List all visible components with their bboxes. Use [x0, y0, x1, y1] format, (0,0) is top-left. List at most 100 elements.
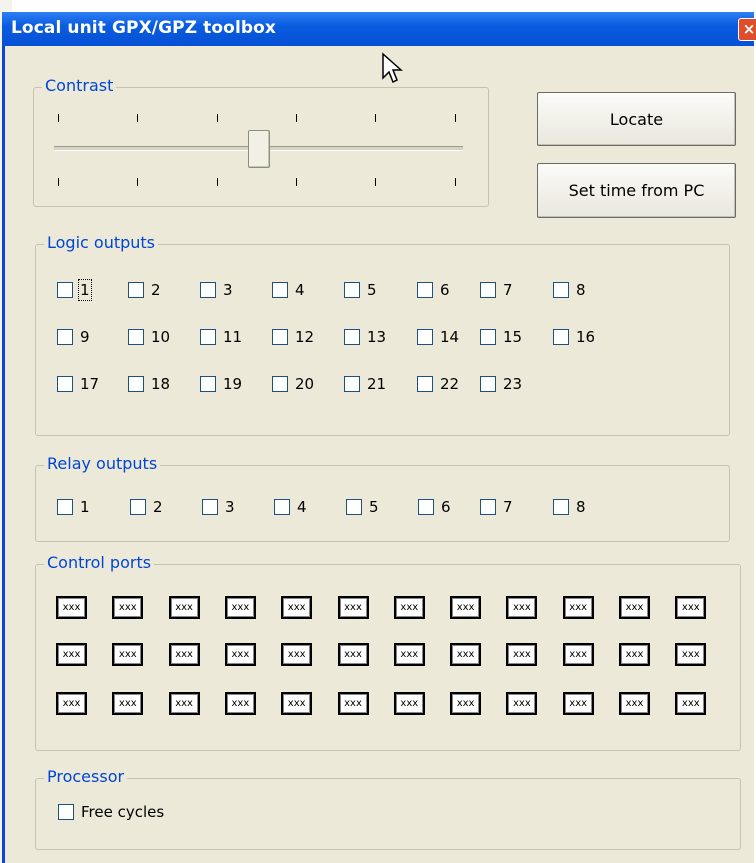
checkbox-box[interactable]	[553, 499, 569, 515]
checkbox-box[interactable]	[417, 329, 433, 345]
checkbox-box[interactable]	[200, 329, 216, 345]
output-checkbox-5[interactable]: 5	[346, 496, 379, 518]
control-port-box[interactable]: xxx	[337, 692, 369, 715]
control-port-box[interactable]: xxx	[506, 692, 538, 715]
output-checkbox-8[interactable]: 8	[553, 496, 586, 518]
checkbox-box[interactable]	[553, 282, 569, 298]
control-port-box[interactable]: xxx	[112, 643, 144, 666]
checkbox-box[interactable]	[274, 499, 290, 515]
checkbox-box[interactable]	[480, 376, 496, 392]
checkbox-box[interactable]	[272, 282, 288, 298]
output-checkbox-18[interactable]: 18	[128, 373, 170, 395]
control-port-box[interactable]: xxx	[562, 692, 594, 715]
checkbox-box[interactable]	[480, 499, 496, 515]
output-checkbox-6[interactable]: 6	[418, 496, 451, 518]
output-checkbox-6[interactable]: 6	[417, 279, 450, 301]
checkbox-box[interactable]	[417, 376, 433, 392]
control-port-box[interactable]: xxx	[506, 596, 538, 619]
checkbox-box[interactable]	[200, 282, 216, 298]
control-port-box[interactable]: xxx	[619, 643, 650, 666]
control-port-box[interactable]: xxx	[168, 596, 200, 619]
output-checkbox-3[interactable]: 3	[200, 279, 233, 301]
control-port-box[interactable]: xxx	[337, 596, 369, 619]
output-checkbox-7[interactable]: 7	[480, 279, 513, 301]
control-port-box[interactable]: xxx	[450, 692, 482, 715]
checkbox-box[interactable]	[57, 499, 73, 515]
output-checkbox-11[interactable]: 11	[200, 326, 242, 348]
control-port-box[interactable]: xxx	[675, 692, 707, 715]
checkbox-box[interactable]	[57, 376, 73, 392]
control-port-box[interactable]: xxx	[619, 692, 650, 715]
control-port-box[interactable]: xxx	[281, 596, 313, 619]
output-checkbox-2[interactable]: 2	[128, 279, 161, 301]
control-port-box[interactable]: xxx	[112, 692, 144, 715]
output-checkbox-13[interactable]: 13	[344, 326, 386, 348]
output-checkbox-17[interactable]: 17	[57, 373, 99, 395]
control-port-box[interactable]: xxx	[224, 692, 256, 715]
control-port-box[interactable]: xxx	[168, 643, 200, 666]
checkbox-box[interactable]	[418, 499, 434, 515]
output-checkbox-1[interactable]: 1	[57, 496, 90, 518]
output-checkbox-21[interactable]: 21	[344, 373, 386, 395]
output-checkbox-4[interactable]: 4	[274, 496, 307, 518]
checkbox-box[interactable]	[128, 376, 144, 392]
control-port-box[interactable]: xxx	[675, 643, 707, 666]
output-checkbox-19[interactable]: 19	[200, 373, 242, 395]
control-port-box[interactable]: xxx	[619, 596, 650, 619]
checkbox-box[interactable]	[480, 282, 496, 298]
checkbox-box[interactable]	[417, 282, 433, 298]
checkbox-box[interactable]	[128, 282, 144, 298]
control-port-box[interactable]: xxx	[337, 643, 369, 666]
output-checkbox-14[interactable]: 14	[417, 326, 459, 348]
output-checkbox-4[interactable]: 4	[272, 279, 305, 301]
contrast-slider-thumb[interactable]	[248, 130, 270, 168]
control-port-box[interactable]: xxx	[112, 596, 144, 619]
title-bar[interactable]: Local unit GPX/GPZ toolbox ×	[2, 12, 756, 46]
control-port-box[interactable]: xxx	[450, 643, 482, 666]
checkbox-box[interactable]	[202, 499, 218, 515]
close-button[interactable]: ×	[738, 18, 756, 41]
output-checkbox-9[interactable]: 9	[57, 326, 90, 348]
control-port-box[interactable]: xxx	[393, 596, 425, 619]
output-checkbox-3[interactable]: 3	[202, 496, 235, 518]
control-port-box[interactable]: xxx	[281, 692, 313, 715]
control-port-box[interactable]: xxx	[393, 692, 425, 715]
control-port-box[interactable]: xxx	[393, 643, 425, 666]
checkbox-box[interactable]	[346, 499, 362, 515]
output-checkbox-2[interactable]: 2	[130, 496, 163, 518]
checkbox-box[interactable]	[272, 329, 288, 345]
locate-button[interactable]: Locate	[537, 92, 736, 146]
checkbox-box[interactable]	[58, 804, 74, 820]
output-checkbox-1[interactable]: 1	[57, 279, 92, 301]
checkbox-box[interactable]	[57, 282, 73, 298]
checkbox-box[interactable]	[480, 329, 496, 345]
free-cycles-checkbox[interactable]: Free cycles	[58, 801, 164, 823]
output-checkbox-15[interactable]: 15	[480, 326, 522, 348]
control-port-box[interactable]: xxx	[56, 596, 87, 619]
checkbox-box[interactable]	[272, 376, 288, 392]
checkbox-box[interactable]	[57, 329, 73, 345]
control-port-box[interactable]: xxx	[506, 643, 538, 666]
output-checkbox-5[interactable]: 5	[344, 279, 377, 301]
checkbox-box[interactable]	[130, 499, 146, 515]
control-port-box[interactable]: xxx	[224, 643, 256, 666]
control-port-box[interactable]: xxx	[675, 596, 707, 619]
checkbox-box[interactable]	[344, 329, 360, 345]
control-port-box[interactable]: xxx	[168, 692, 200, 715]
set-time-from-pc-button[interactable]: Set time from PC	[537, 163, 736, 218]
output-checkbox-8[interactable]: 8	[553, 279, 586, 301]
output-checkbox-22[interactable]: 22	[417, 373, 459, 395]
output-checkbox-16[interactable]: 16	[553, 326, 595, 348]
control-port-box[interactable]: xxx	[562, 596, 594, 619]
output-checkbox-10[interactable]: 10	[128, 326, 170, 348]
control-port-box[interactable]: xxx	[56, 692, 87, 715]
output-checkbox-23[interactable]: 23	[480, 373, 522, 395]
control-port-box[interactable]: xxx	[562, 643, 594, 666]
checkbox-box[interactable]	[344, 282, 360, 298]
control-port-box[interactable]: xxx	[450, 596, 482, 619]
checkbox-box[interactable]	[344, 376, 360, 392]
checkbox-box[interactable]	[553, 329, 569, 345]
control-port-box[interactable]: xxx	[224, 596, 256, 619]
output-checkbox-12[interactable]: 12	[272, 326, 314, 348]
control-port-box[interactable]: xxx	[281, 643, 313, 666]
